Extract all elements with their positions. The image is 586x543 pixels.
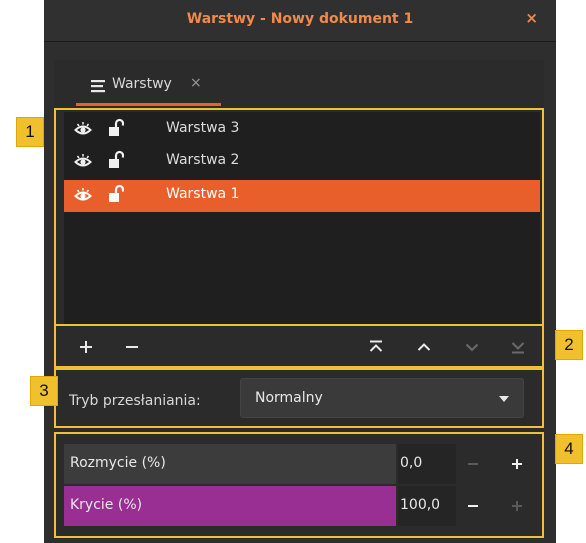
layer-row-selected[interactable]: Warstwa 1 bbox=[64, 180, 540, 212]
unlock-icon[interactable] bbox=[108, 184, 124, 204]
layer-row[interactable]: Warstwa 2 bbox=[64, 146, 540, 178]
blend-mode-value: Normalny bbox=[255, 390, 323, 406]
plus-icon bbox=[512, 459, 522, 469]
tab-layers[interactable]: Warstwy × bbox=[76, 72, 221, 106]
layer-name: Warstwa 2 bbox=[166, 152, 240, 168]
opacity-increment-button[interactable] bbox=[502, 491, 532, 521]
plus-icon bbox=[80, 341, 92, 353]
blur-decrement-button[interactable] bbox=[458, 449, 488, 479]
move-to-bottom-button[interactable] bbox=[504, 334, 532, 360]
chevron-down-icon bbox=[465, 343, 479, 352]
unlock-icon[interactable] bbox=[108, 118, 124, 138]
blend-mode-label: Tryb przesłaniania: bbox=[69, 393, 201, 409]
chevron-up-icon bbox=[417, 343, 431, 351]
arrow-to-bottom-icon bbox=[511, 342, 525, 354]
move-to-top-button[interactable] bbox=[362, 334, 390, 360]
blur-slider[interactable]: Rozmycie (%) bbox=[64, 444, 396, 484]
plus-icon bbox=[512, 501, 522, 511]
unlock-icon[interactable] bbox=[108, 150, 124, 170]
eye-icon[interactable] bbox=[74, 121, 92, 139]
layer-name: Warstwa 3 bbox=[166, 120, 240, 136]
close-icon[interactable]: × bbox=[525, 9, 538, 27]
arrow-to-top-icon bbox=[369, 340, 383, 352]
tab-label: Warstwy bbox=[112, 76, 172, 92]
blur-label: Rozmycie (%) bbox=[70, 455, 166, 471]
minus-icon bbox=[126, 346, 138, 348]
caret-down-icon bbox=[499, 396, 509, 402]
layers-icon bbox=[91, 80, 105, 93]
remove-layer-button[interactable] bbox=[118, 334, 146, 360]
blur-increment-button[interactable] bbox=[502, 449, 532, 479]
eye-icon[interactable] bbox=[74, 187, 92, 205]
eye-icon[interactable] bbox=[74, 153, 92, 171]
opacity-slider[interactable]: Krycie (%) bbox=[64, 486, 396, 526]
layer-row[interactable]: Warstwa 3 bbox=[64, 114, 540, 146]
opacity-value-field[interactable]: 100,0 bbox=[398, 486, 456, 526]
annotation-marker-4: 4 bbox=[555, 434, 583, 464]
move-up-button[interactable] bbox=[410, 334, 438, 360]
title-bar: Warstwy - Nowy dokument 1 × bbox=[44, 0, 556, 42]
layer-name: Warstwa 1 bbox=[166, 186, 240, 202]
minus-icon bbox=[468, 463, 478, 465]
annotation-marker-2: 2 bbox=[555, 330, 583, 360]
blur-value-field[interactable]: 0,0 bbox=[398, 444, 456, 484]
annotation-marker-1: 1 bbox=[16, 117, 44, 147]
window-title: Warstwy - Nowy dokument 1 bbox=[186, 11, 414, 27]
annotation-marker-3: 3 bbox=[30, 376, 58, 406]
add-layer-button[interactable] bbox=[72, 334, 100, 360]
move-down-button[interactable] bbox=[458, 334, 486, 360]
tab-close-icon[interactable]: × bbox=[190, 75, 202, 91]
opacity-decrement-button[interactable] bbox=[458, 491, 488, 521]
minus-icon bbox=[468, 505, 478, 507]
opacity-label: Krycie (%) bbox=[70, 497, 143, 513]
blend-mode-select[interactable]: Normalny bbox=[240, 378, 524, 418]
